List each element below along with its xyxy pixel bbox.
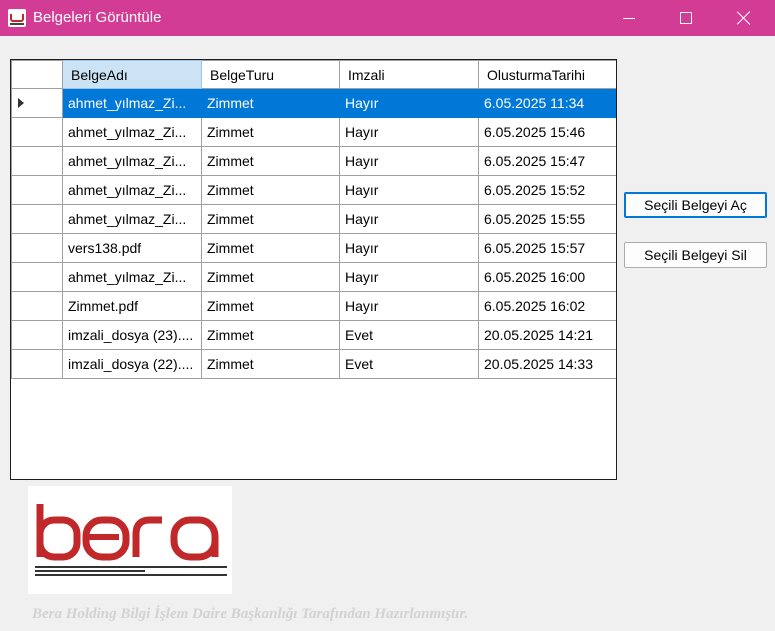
table-row[interactable]: ahmet_yılmaz_Zi... Zimmet Hayır 6.05.2025 1… (11, 175, 616, 205)
grid-header-row: BelgeAdı BelgeTuru Imzali OlusturmaTarih… (11, 60, 616, 89)
cell-imzali[interactable]: Hayır (339, 88, 479, 118)
cell-imzali[interactable]: Hayır (339, 204, 479, 234)
row-header[interactable] (11, 262, 63, 292)
cell-belgeturu[interactable]: Zimmet (201, 88, 340, 118)
cell-belgeadi[interactable]: imzali_dosya (23).... (62, 320, 202, 350)
table-row[interactable]: ahmet_yılmaz_Zi... Zimmet Hayır 6.05.2025 1… (11, 204, 616, 234)
column-header-imzali[interactable]: Imzali (339, 60, 479, 89)
cell-olusturmatarihi[interactable]: 6.05.2025 16:02 (478, 291, 616, 321)
table-row[interactable]: ahmet_yılmaz_Zi... Zimmet Hayır 6.05.2025 1… (11, 117, 616, 147)
column-header-olusturmatarihi[interactable]: OlusturmaTarihi (478, 60, 616, 89)
window-title: Belgeleri Görüntüle (33, 9, 162, 26)
table-row[interactable]: imzali_dosya (22).... Zimmet Evet 20.05.202… (11, 349, 616, 379)
cell-olusturmatarihi[interactable]: 6.05.2025 15:55 (478, 204, 616, 234)
table-row[interactable]: vers138.pdf Zimmet Hayır 6.05.2025 15:57 (11, 233, 616, 263)
cell-belgeadi[interactable]: ahmet_yılmaz_Zi... (62, 262, 202, 292)
close-button[interactable] (721, 0, 767, 36)
table-row[interactable]: imzali_dosya (23).... Zimmet Evet 20.05.202… (11, 320, 616, 350)
row-header[interactable] (11, 233, 63, 263)
documents-grid[interactable]: BelgeAdı BelgeTuru Imzali OlusturmaTarih… (10, 59, 617, 480)
cell-belgeadi[interactable]: ahmet_yılmaz_Zi... (62, 204, 202, 234)
table-row[interactable]: Zimmet.pdf Zimmet Hayır 6.05.2025 16:02 (11, 291, 616, 321)
cell-imzali[interactable]: Evet (339, 320, 479, 350)
delete-selected-document-button[interactable]: Seçili Belgeyi Sil (624, 242, 767, 268)
cell-imzali[interactable]: Hayır (339, 233, 479, 263)
cell-imzali[interactable]: Hayır (339, 291, 479, 321)
cell-belgeturu[interactable]: Zimmet (201, 291, 340, 321)
cell-olusturmatarihi[interactable]: 20.05.2025 14:33 (478, 349, 616, 379)
bera-holding-logo (28, 486, 232, 594)
row-header[interactable] (11, 320, 63, 350)
maximize-icon (680, 12, 692, 24)
cell-belgeturu[interactable]: Zimmet (201, 320, 340, 350)
row-header[interactable] (11, 291, 63, 321)
cell-olusturmatarihi[interactable]: 6.05.2025 15:46 (478, 117, 616, 147)
cell-belgeturu[interactable]: Zimmet (201, 146, 340, 176)
row-header[interactable] (11, 117, 63, 147)
cell-imzali[interactable]: Hayır (339, 175, 479, 205)
table-row[interactable]: ahmet_yılmaz_Zi... Zimmet Hayır 6.05.2025 1… (11, 146, 616, 176)
footer-credit: Bera Holding Bilgi İşlem Daire Başkanlığ… (32, 606, 469, 622)
cell-olusturmatarihi[interactable]: 6.05.2025 15:52 (478, 175, 616, 205)
minimize-icon (623, 17, 635, 19)
cell-belgeturu[interactable]: Zimmet (201, 233, 340, 263)
cell-olusturmatarihi[interactable]: 6.05.2025 11:34 (478, 88, 616, 118)
cell-belgeadi[interactable]: vers138.pdf (62, 233, 202, 263)
row-header[interactable] (11, 204, 63, 234)
open-selected-document-button[interactable]: Seçili Belgeyi Aç (624, 192, 767, 218)
cell-belgeturu[interactable]: Zimmet (201, 204, 340, 234)
title-bar: Belgeleri Görüntüle (0, 0, 775, 36)
cell-belgeturu[interactable]: Zimmet (201, 175, 340, 205)
cell-olusturmatarihi[interactable]: 6.05.2025 15:57 (478, 233, 616, 263)
cell-belgeadi[interactable]: imzali_dosya (22).... (62, 349, 202, 379)
column-header-belgeadi[interactable]: BelgeAdı (62, 60, 202, 89)
row-header[interactable] (11, 175, 63, 205)
cell-belgeadi[interactable]: ahmet_yılmaz_Zi... (62, 146, 202, 176)
cell-belgeturu[interactable]: Zimmet (201, 262, 340, 292)
cell-belgeadi[interactable]: ahmet_yılmaz_Zi... (62, 117, 202, 147)
grid-corner-header[interactable] (11, 60, 63, 89)
row-header[interactable] (11, 349, 63, 379)
cell-olusturmatarihi[interactable]: 6.05.2025 15:47 (478, 146, 616, 176)
cell-belgeadi[interactable]: ahmet_yılmaz_Zi... (62, 175, 202, 205)
minimize-button[interactable] (606, 0, 652, 36)
cell-belgeadi[interactable]: Zimmet.pdf (62, 291, 202, 321)
cell-belgeadi[interactable]: ahmet_yılmaz_Zi... (62, 88, 202, 118)
table-row[interactable]: ahmet_yılmaz_Zi... Zimmet Hayır 6.05.2025 1… (11, 88, 616, 118)
cell-imzali[interactable]: Hayır (339, 117, 479, 147)
cell-imzali[interactable]: Hayır (339, 146, 479, 176)
cell-belgeturu[interactable]: Zimmet (201, 349, 340, 379)
row-header[interactable] (11, 146, 63, 176)
column-header-belgeturu[interactable]: BelgeTuru (201, 60, 340, 89)
close-icon (737, 11, 751, 25)
cell-olusturmatarihi[interactable]: 20.05.2025 14:21 (478, 320, 616, 350)
cell-imzali[interactable]: Evet (339, 349, 479, 379)
cell-belgeturu[interactable]: Zimmet (201, 117, 340, 147)
cell-olusturmatarihi[interactable]: 6.05.2025 16:00 (478, 262, 616, 292)
current-row-indicator-icon (18, 98, 24, 108)
cell-imzali[interactable]: Hayır (339, 262, 479, 292)
maximize-button[interactable] (663, 0, 709, 36)
table-row[interactable]: ahmet_yılmaz_Zi... Zimmet Hayır 6.05.2025 1… (11, 262, 616, 292)
app-icon (8, 9, 26, 27)
row-header[interactable] (11, 88, 63, 118)
